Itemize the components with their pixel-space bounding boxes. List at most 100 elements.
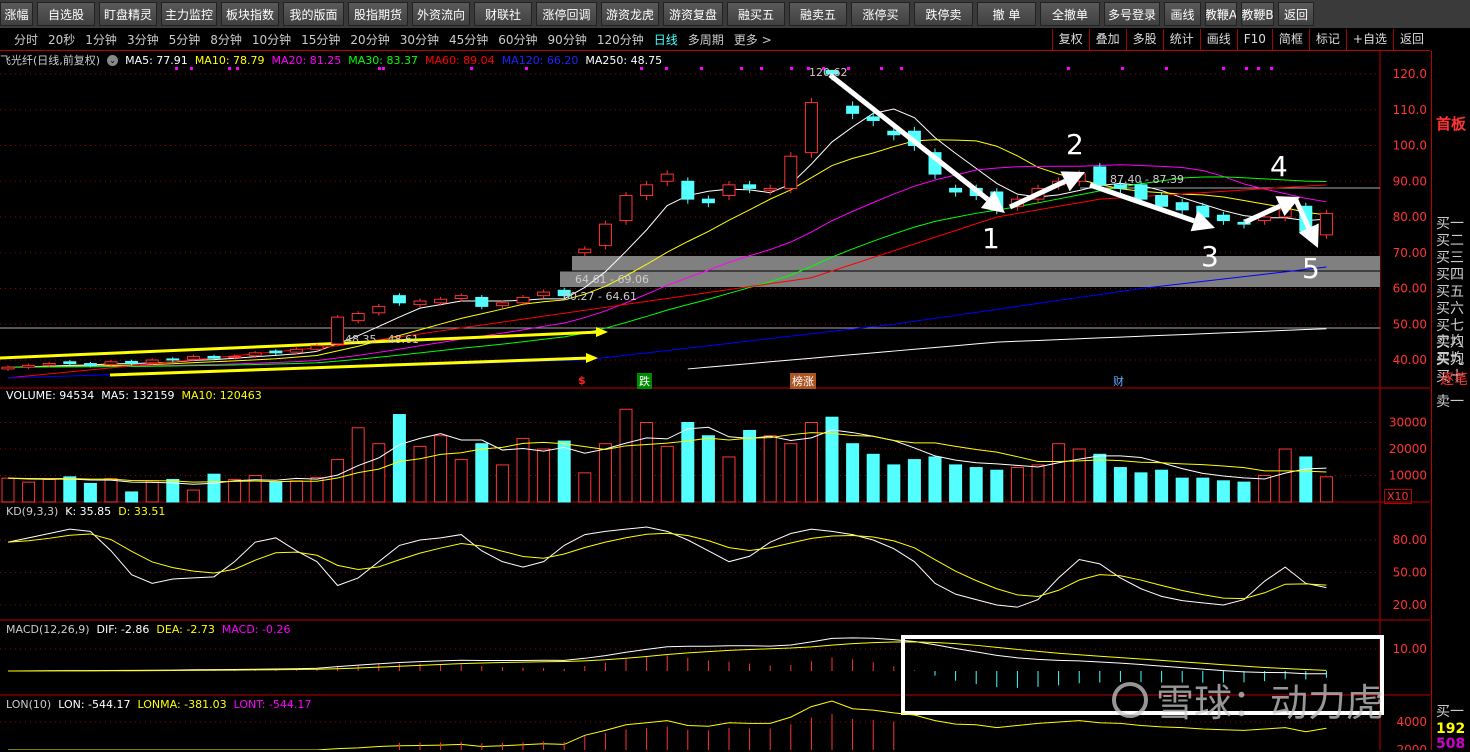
volume-bar [1196, 477, 1210, 503]
ma10-label: MA10: 78.79 [194, 53, 265, 67]
candle-up [1319, 212, 1333, 236]
candle-up [186, 355, 200, 360]
volume-bar [1258, 475, 1272, 503]
volume-bar [125, 491, 139, 503]
candle-down [269, 350, 283, 354]
candle-up [42, 363, 56, 366]
volume-bar [907, 459, 921, 503]
lonma-label: LONMA: -381.03 [137, 698, 227, 711]
volume-bar [722, 456, 736, 503]
volume-bar [392, 414, 406, 503]
signal-dot [900, 67, 903, 70]
wave-label-2: 2 [1066, 128, 1084, 161]
lon-legend: LON(10) LON: -544.17 LONMA: -381.03 LONT… [6, 698, 311, 711]
candle-up [22, 364, 36, 368]
price-tick: 70.00 [1393, 246, 1427, 260]
candle-up [640, 184, 654, 197]
price-tick: 40.00 [1393, 353, 1427, 367]
volume-bar [1031, 464, 1045, 503]
tick-tab[interactable]: 逐笔 [1440, 369, 1468, 389]
volume-bar [186, 489, 200, 503]
volume-tick: 10000 [1389, 469, 1427, 483]
volume-bar [22, 481, 36, 503]
signal-dot [1165, 67, 1168, 70]
lon-label: LON: -544.17 [58, 698, 131, 711]
volume-bar [1319, 476, 1333, 503]
volume-bar [619, 408, 633, 503]
volume-bar [1216, 480, 1230, 503]
volume-bar [207, 473, 221, 503]
candle-up [784, 155, 798, 189]
volume-bar [681, 422, 695, 503]
first-board-tag: 首板 [1436, 115, 1467, 133]
macd-dea-label: DEA: -2.73 [156, 623, 215, 636]
volume-bar [63, 476, 77, 503]
volume-bar [887, 464, 901, 503]
volume-label: VOLUME: 94534 [6, 389, 95, 402]
rank-marker[interactable]: 榜涨 [790, 373, 816, 389]
macd-legend: MACD(12,26,9) DIF: -2.86 DEA: -2.73 MACD… [6, 623, 290, 636]
signal-dot [665, 67, 668, 70]
kd-tick: 50.00 [1393, 566, 1427, 580]
dollar-marker[interactable]: $ [576, 374, 588, 387]
volume-ma10-label: MA10: 120463 [181, 389, 262, 402]
signal-dot [1270, 67, 1273, 70]
stock-chart[interactable]: 120.0 110.0 100.0 90.00 80.00 70.00 60.00 50.00… [0, 0, 1470, 750]
volume-bar [1072, 448, 1086, 503]
kd-title: KD(9,3,3) [6, 505, 59, 518]
candle-down [1134, 184, 1148, 200]
drop-marker[interactable]: 跌 [637, 373, 652, 389]
volume-bar [578, 472, 592, 503]
bid-average: 买均 [1436, 351, 1464, 367]
volume-bar [743, 429, 757, 503]
finance-marker[interactable]: 财 [1111, 373, 1126, 389]
volume-tick: 20000 [1389, 442, 1427, 456]
volume-bar [289, 480, 303, 503]
volume-legend: VOLUME: 94534 MA5: 132159 MA10: 120463 [6, 389, 262, 402]
volume-ma5-label: MA5: 132159 [101, 389, 175, 402]
volume-bar [804, 422, 818, 503]
macd-title: MACD(12,26,9) [6, 623, 90, 636]
macd-dif-label: DIF: -2.86 [96, 623, 150, 636]
price-tick: 110.0 [1393, 103, 1427, 117]
wave-arrow [828, 73, 990, 202]
kd-k-label: K: 35.85 [65, 505, 112, 518]
volume-bar [372, 443, 386, 503]
line-label-lower: 48.35 - 48.61 [345, 333, 419, 346]
ma120-label: MA120: 66.20 [501, 53, 579, 67]
wave-label-3: 3 [1201, 240, 1219, 273]
volume-bar [413, 445, 427, 503]
bid-volume: 192 [1436, 721, 1466, 737]
signal-dot [880, 67, 883, 70]
kd-d-line [7, 532, 1327, 600]
signal-dot [740, 67, 743, 70]
zone-label-lower: 60.27 - 64.61 [563, 290, 637, 303]
volume-bar [145, 480, 159, 503]
candle-down [166, 358, 180, 361]
main-legend: 飞光纤(日线,前复权) ⌄ MA5: 77.91 MA10: 78.79 MA2… [0, 52, 662, 68]
candle-up [454, 295, 468, 300]
ma30-label: MA30: 83.37 [348, 53, 418, 67]
settings-icon[interactable]: ⌄ [107, 54, 119, 66]
price-zone-upper [572, 256, 1380, 271]
candle-down [63, 361, 77, 365]
volume-bar [701, 435, 715, 503]
kd-tick: 20.00 [1393, 598, 1427, 612]
volume-bar [763, 435, 777, 503]
volume-bar [42, 478, 56, 503]
candle-up [516, 296, 530, 304]
volume-bar [846, 443, 860, 503]
volume-bar [269, 481, 283, 503]
volume-bar [331, 459, 345, 503]
price-tick: 60.00 [1393, 282, 1427, 296]
watermark-text: 雪球：动力虎 [1156, 681, 1385, 725]
signal-dot [760, 67, 763, 70]
candle-up [248, 352, 262, 357]
signal-dot [700, 67, 703, 70]
ma250-label: MA250: 48.75 [585, 53, 663, 67]
volume-bar [434, 435, 448, 503]
volume-bar [495, 464, 509, 503]
price-tick: 50.00 [1393, 317, 1427, 331]
candle-up [228, 355, 242, 358]
bid-1-bottom: 买一 [1436, 704, 1464, 720]
